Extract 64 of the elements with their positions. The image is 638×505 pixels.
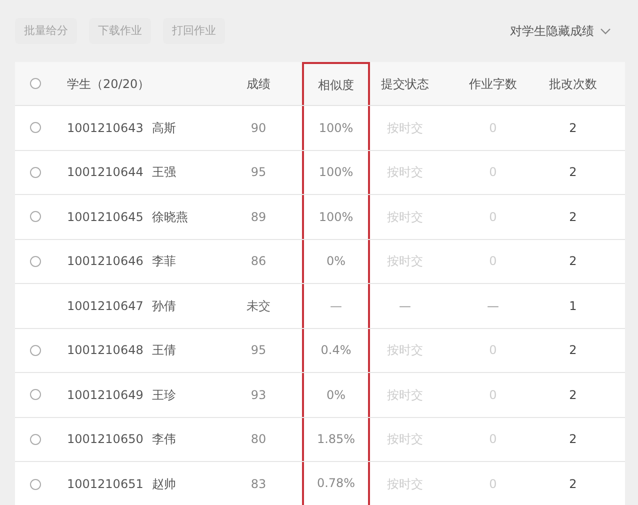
score-value: 80 <box>250 431 266 448</box>
student-name: 王珍 <box>152 386 176 404</box>
score-value: 89 <box>250 208 266 226</box>
word-count: — <box>487 298 499 315</box>
chevron-down-icon <box>600 28 611 34</box>
radio-button[interactable] <box>30 256 40 267</box>
student-name: 高斯 <box>152 120 176 137</box>
revision-count: 2 <box>569 386 577 404</box>
score-value: 未交 <box>246 298 270 315</box>
student-id: 1001210648 <box>67 342 144 360</box>
similarity-value: 0% <box>326 253 346 270</box>
revision-count: 2 <box>569 208 577 226</box>
column-header: 成绩 <box>246 76 270 92</box>
radio-button[interactable] <box>30 211 40 222</box>
radio-button[interactable] <box>30 478 40 490</box>
similarity-value: 0% <box>326 386 346 404</box>
student-name: 赵帅 <box>152 476 176 494</box>
student-name: 李菲 <box>152 253 176 270</box>
student-name: 王强 <box>152 164 176 182</box>
student-id: 1001210650 <box>67 431 144 448</box>
radio-button[interactable] <box>30 389 40 400</box>
similarity-value: 1.85% <box>316 431 356 448</box>
column-header: 作业字数 <box>469 76 517 92</box>
revision-count: 2 <box>569 164 577 182</box>
student-id: 1001210647 <box>67 298 144 315</box>
revision-count: 2 <box>569 431 577 448</box>
score-value: 95 <box>250 164 266 182</box>
revision-count: 2 <box>569 476 577 494</box>
revision-count: 2 <box>569 120 577 137</box>
column-header: 相似度 <box>318 76 354 94</box>
score-value: 95 <box>250 342 266 360</box>
score-value: 83 <box>250 476 266 494</box>
similarity-value: 0.4% <box>320 342 352 360</box>
revision-count: 2 <box>569 342 577 360</box>
similarity-value: 100% <box>318 208 354 226</box>
radio-button[interactable] <box>30 166 40 178</box>
student-id: 1001210644 <box>67 164 144 182</box>
column-header: 学生（20/20） <box>67 76 150 92</box>
student-id: 1001210643 <box>67 120 144 137</box>
hide-grades-dropdown[interactable]: 对学生隐藏成绩 <box>510 22 611 40</box>
radio-button[interactable] <box>30 78 40 89</box>
radio-button[interactable] <box>30 122 40 134</box>
similarity-value: 0.78% <box>316 475 356 492</box>
student-id: 1001210651 <box>67 476 144 494</box>
student-id: 1001210645 <box>67 208 144 226</box>
similarity-value: — <box>330 298 342 315</box>
score-value: 93 <box>250 386 266 404</box>
revision-count: 1 <box>569 298 577 315</box>
similarity-value: 100% <box>318 120 354 137</box>
student-name: 徐晓燕 <box>152 208 188 226</box>
revision-count: 2 <box>569 253 577 270</box>
student-id: 1001210649 <box>67 386 144 404</box>
student-id: 1001210646 <box>67 253 144 270</box>
radio-button[interactable] <box>30 344 40 356</box>
score-value: 90 <box>250 120 266 137</box>
radio-button[interactable] <box>30 434 40 445</box>
similarity-value: 100% <box>318 164 354 182</box>
column-header: 提交状态 <box>381 76 429 92</box>
score-value: 86 <box>250 253 266 270</box>
column-header: 批改次数 <box>549 76 597 92</box>
student-name: 王倩 <box>152 342 176 360</box>
student-name: 孙倩 <box>152 298 176 315</box>
student-name: 李伟 <box>152 431 176 448</box>
status-value: — <box>399 298 411 315</box>
